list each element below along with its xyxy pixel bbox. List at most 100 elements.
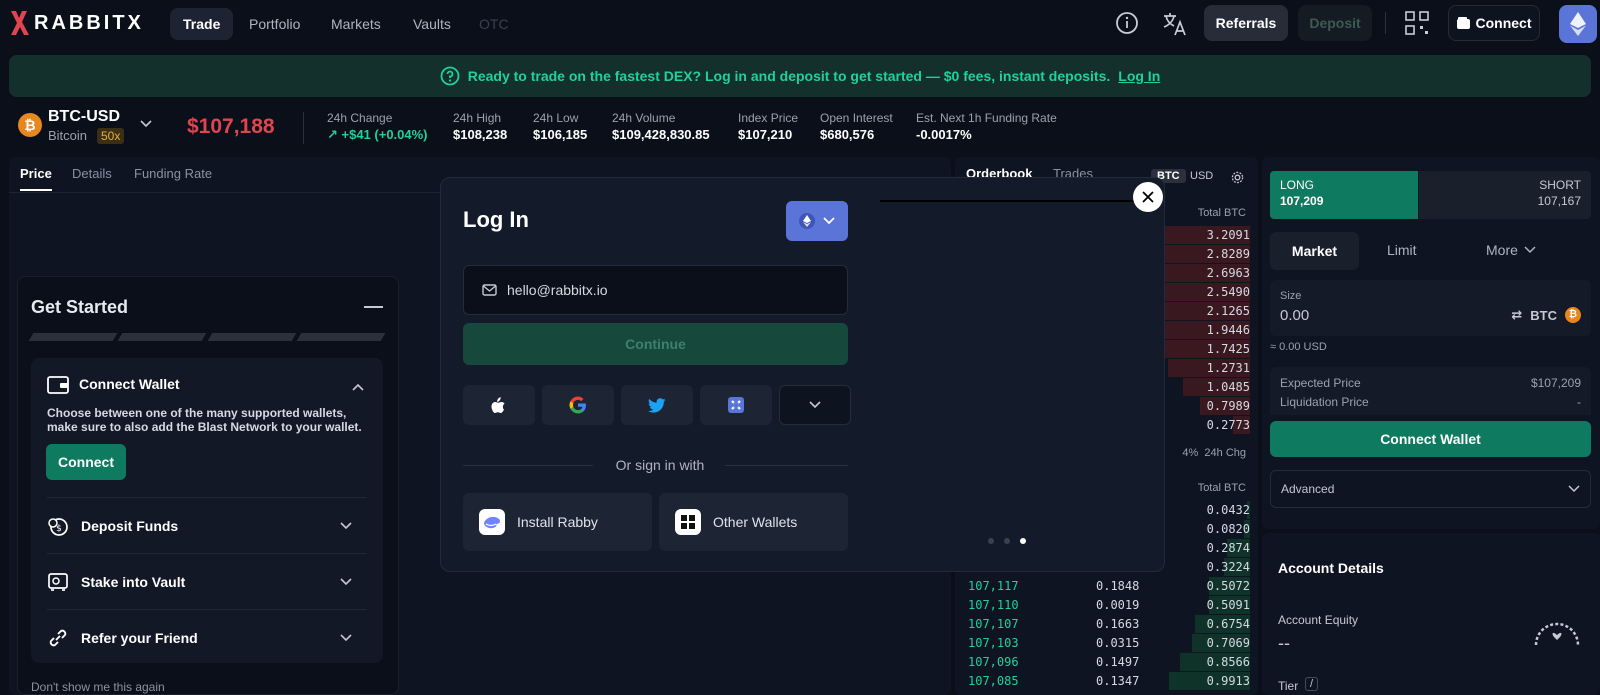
step-deposit-funds[interactable]: $ Deposit Funds bbox=[47, 497, 367, 553]
twitter-login-button[interactable] bbox=[621, 385, 693, 425]
continue-button[interactable]: Continue bbox=[463, 323, 848, 365]
tab-market[interactable]: Market bbox=[1270, 232, 1359, 270]
nav-tab-otc[interactable]: OTC bbox=[466, 8, 522, 40]
chevron-down-icon bbox=[809, 401, 821, 409]
equity-value: -- bbox=[1278, 633, 1290, 653]
tab-more[interactable]: More bbox=[1486, 242, 1536, 258]
last-price: $107,188 bbox=[187, 115, 275, 138]
close-icon bbox=[1142, 191, 1154, 203]
tier-label: Tier bbox=[1278, 679, 1299, 693]
rabbitx-logo[interactable]: RABBITX bbox=[8, 10, 144, 36]
divider bbox=[1385, 12, 1386, 34]
bid-row[interactable]: 107,107 0.1663 0.6754 bbox=[960, 615, 1250, 633]
usd-equivalent: ≈ 0.00 USD bbox=[1270, 341, 1327, 353]
chevron-down-icon bbox=[340, 521, 352, 529]
tab-details[interactable]: Details bbox=[72, 166, 112, 181]
logo-text: RABBITX bbox=[34, 11, 144, 34]
tab-price[interactable]: Price bbox=[20, 166, 52, 191]
banner-login-link[interactable]: Log In bbox=[1118, 68, 1160, 84]
market-symbol[interactable]: BTC-USD bbox=[48, 108, 120, 126]
bid-total: 0.9913 bbox=[1206, 674, 1250, 688]
short-button[interactable]: SHORT 107,167 bbox=[1419, 171, 1591, 219]
bid-total: 0.0432 bbox=[1206, 503, 1250, 517]
connect-wallet-button[interactable]: Connect bbox=[46, 444, 126, 480]
google-icon bbox=[569, 396, 586, 414]
ethereum-network-button[interactable] bbox=[1559, 5, 1597, 43]
more-label: More bbox=[1486, 242, 1518, 258]
stat-label: Est. Next 1h Funding Rate bbox=[916, 111, 1057, 125]
bid-price: 107,107 bbox=[968, 617, 1019, 631]
carousel-dot[interactable] bbox=[1004, 538, 1010, 544]
ask-total: 3.2091 bbox=[1206, 228, 1250, 242]
advanced-dropdown[interactable]: Advanced bbox=[1270, 470, 1591, 508]
qr-code-icon[interactable] bbox=[1404, 10, 1432, 38]
link-icon bbox=[49, 629, 67, 646]
bid-size: 0.1347 bbox=[1096, 674, 1140, 688]
bid-row[interactable]: 107,103 0.0315 0.7069 bbox=[960, 634, 1250, 652]
referrals-button[interactable]: Referrals bbox=[1204, 5, 1288, 41]
mid-row: 4% 24h Chg bbox=[1160, 447, 1246, 459]
expected-price-label: Expected Price bbox=[1280, 376, 1361, 390]
discord-login-button[interactable] bbox=[700, 385, 772, 425]
size-input[interactable]: Size 0.00 ⇄ BTC ₿ bbox=[1270, 280, 1591, 336]
stat-24h-volume: 24h Volume $109,428,830.85 bbox=[612, 111, 710, 142]
tab-funding-rate[interactable]: Funding Rate bbox=[134, 166, 212, 181]
connect-button[interactable]: Connect bbox=[1448, 5, 1540, 41]
install-rabby-button[interactable]: Install Rabby bbox=[463, 493, 652, 551]
other-wallets-button[interactable]: Other Wallets bbox=[659, 493, 848, 551]
connect-label: Connect bbox=[1475, 15, 1532, 31]
leverage-badge: 50x bbox=[97, 128, 125, 144]
close-modal-button[interactable] bbox=[1133, 182, 1163, 212]
apple-login-button[interactable] bbox=[463, 385, 535, 425]
step-refer-friend[interactable]: Refer your Friend bbox=[47, 609, 367, 665]
tab-limit[interactable]: Limit bbox=[1387, 242, 1417, 258]
bid-price: 107,096 bbox=[968, 655, 1019, 669]
ethereum-icon bbox=[1570, 12, 1586, 36]
chevron-down-icon bbox=[340, 577, 352, 585]
deposit-button[interactable]: Deposit bbox=[1298, 5, 1372, 41]
wallet-icon bbox=[1456, 17, 1470, 29]
bid-size: 0.0315 bbox=[1096, 636, 1140, 650]
discord-icon bbox=[728, 397, 744, 413]
connect-wallet-order-button[interactable]: Connect Wallet bbox=[1270, 421, 1591, 457]
ask-total: 2.1265 bbox=[1206, 304, 1250, 318]
stat-value: $108,238 bbox=[453, 127, 508, 142]
step-stake-into-vault[interactable]: Stake into Vault bbox=[47, 553, 367, 609]
bid-total: 0.0820 bbox=[1206, 522, 1250, 536]
chevron-up-icon[interactable] bbox=[351, 380, 365, 395]
size-unit-switch[interactable]: ⇄ BTC ₿ bbox=[1511, 307, 1581, 323]
ask-total: 1.9446 bbox=[1206, 323, 1250, 337]
carousel-dots bbox=[988, 538, 1026, 544]
step-label: Stake into Vault bbox=[81, 573, 186, 590]
more-logins-button[interactable] bbox=[779, 385, 851, 425]
carousel-dot-active[interactable] bbox=[1020, 538, 1026, 544]
bid-row[interactable]: 107,110 0.0019 0.5091 bbox=[960, 596, 1250, 614]
ask-total: 0.7989 bbox=[1206, 399, 1250, 413]
google-login-button[interactable] bbox=[542, 385, 614, 425]
collapse-icon[interactable] bbox=[364, 306, 383, 308]
translate-icon[interactable] bbox=[1161, 10, 1189, 38]
nav-tab-portfolio[interactable]: Portfolio bbox=[236, 8, 313, 40]
nav-tab-markets[interactable]: Markets bbox=[318, 8, 394, 40]
connect-wallet-title[interactable]: Connect Wallet bbox=[79, 376, 180, 392]
bid-row[interactable]: 107,117 0.1848 0.5072 bbox=[960, 577, 1250, 595]
bid-row[interactable]: 107,085 0.1347 0.9913 bbox=[960, 672, 1250, 690]
expected-price-value: $107,209 bbox=[1530, 376, 1581, 390]
mid-label: 24h Chg bbox=[1204, 447, 1246, 459]
market-chevron-down-icon[interactable] bbox=[139, 117, 153, 132]
settings-gear-icon[interactable] bbox=[1231, 171, 1244, 187]
nav-tab-trade[interactable]: Trade bbox=[170, 8, 234, 40]
carousel-dot[interactable] bbox=[988, 538, 994, 544]
email-field[interactable]: hello@rabbitx.io bbox=[463, 265, 848, 315]
bid-row[interactable]: 107,096 0.1497 0.8566 bbox=[960, 653, 1250, 671]
long-button[interactable]: LONG 107,209 bbox=[1270, 171, 1418, 219]
nav-tab-vaults[interactable]: Vaults bbox=[400, 8, 464, 40]
dont-show-again-link[interactable]: Don't show me this again bbox=[31, 680, 165, 694]
bid-price: 107,110 bbox=[968, 598, 1019, 612]
info-icon[interactable] bbox=[1114, 10, 1142, 38]
unit-usd-toggle[interactable]: USD bbox=[1190, 170, 1213, 182]
get-started-title: Get Started bbox=[31, 297, 129, 317]
mail-icon bbox=[482, 284, 497, 296]
ask-total: 2.6963 bbox=[1206, 266, 1250, 280]
network-selector[interactable] bbox=[786, 201, 848, 241]
